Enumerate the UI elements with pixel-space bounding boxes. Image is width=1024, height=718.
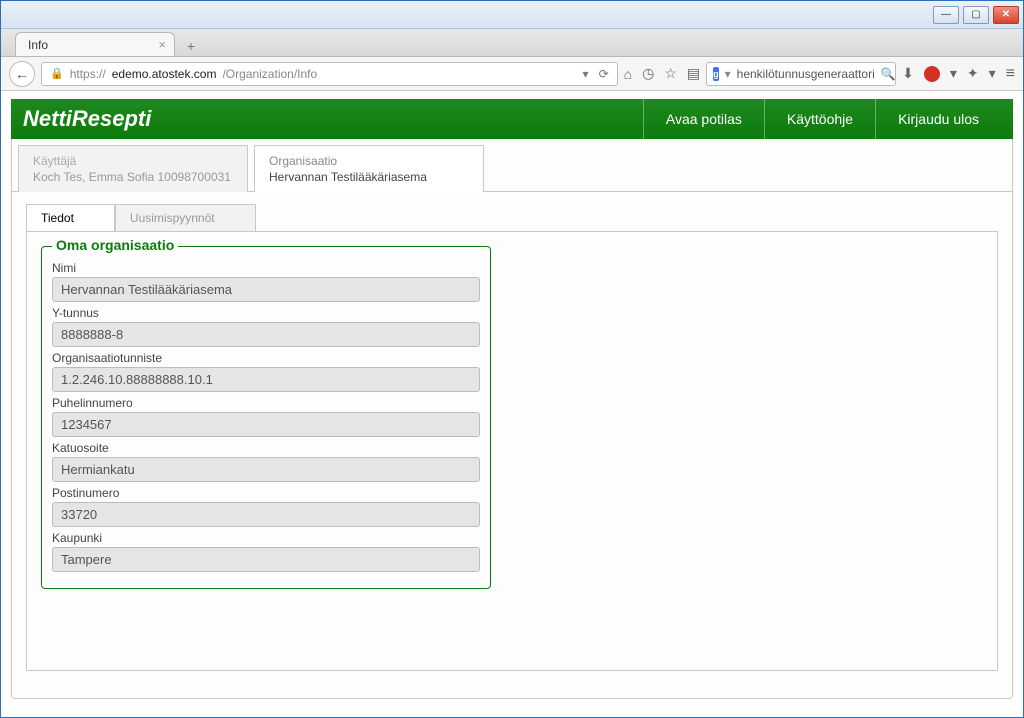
dropdown-icon-2[interactable]: ▾ — [950, 65, 957, 82]
fieldset-legend: Oma organisaatio — [52, 237, 178, 253]
value-ytunnus: 8888888-8 — [52, 322, 480, 347]
context-user-label: Käyttäjä — [33, 154, 233, 168]
lock-icon: 🔒 — [50, 67, 64, 80]
label-street: Katuosoite — [52, 441, 480, 455]
back-button[interactable]: ← — [9, 61, 35, 87]
address-bar[interactable]: 🔒 https:// edemo.atostek.com /Organizati… — [41, 62, 618, 86]
nav-logout[interactable]: Kirjaudu ulos — [875, 99, 1001, 139]
content-box: Oma organisaatio Nimi Hervannan Testilää… — [26, 231, 998, 671]
context-user-value: Koch Tes, Emma Sofia 10098700031 — [33, 170, 233, 184]
value-city: Tampere — [52, 547, 480, 572]
toolbar-icons-right: ⬇ ▾ ✦ ▾ ≡ — [902, 65, 1015, 83]
browser-tabstrip: Info × + — [1, 29, 1023, 57]
main-panel: Käyttäjä Koch Tes, Emma Sofia 1009870003… — [11, 139, 1013, 699]
browser-toolbar: ← 🔒 https:// edemo.atostek.com /Organiza… — [1, 57, 1023, 91]
app-header: NettiResepti Avaa potilas Käyttöohje Kir… — [11, 99, 1013, 139]
search-icon[interactable]: 🔍 — [881, 67, 896, 81]
dropdown-icon-3[interactable]: ▾ — [989, 65, 996, 82]
label-postal: Postinumero — [52, 486, 480, 500]
label-phone: Puhelinnumero — [52, 396, 480, 410]
value-street: Hermiankatu — [52, 457, 480, 482]
search-placeholder: henkilötunnusgeneraattori — [737, 67, 875, 81]
window-titlebar: — ▢ ✕ — [1, 1, 1023, 29]
new-tab-button[interactable]: + — [181, 36, 201, 56]
search-box[interactable]: g ▾ henkilötunnusgeneraattori 🔍 — [706, 62, 896, 86]
value-phone: 1234567 — [52, 412, 480, 437]
menu-icon[interactable]: ≡ — [1006, 65, 1015, 83]
list-icon[interactable]: ▤ — [687, 65, 700, 82]
maximize-button[interactable]: ▢ — [963, 6, 989, 24]
close-window-button[interactable]: ✕ — [993, 6, 1019, 24]
url-path: /Organization/Info — [222, 67, 317, 81]
nav-open-patient[interactable]: Avaa potilas — [643, 99, 764, 139]
subtab-renewals[interactable]: Uusimispyynnöt — [115, 204, 256, 231]
context-tabs: Käyttäjä Koch Tes, Emma Sofia 1009870003… — [12, 139, 1012, 192]
dropdown-icon[interactable]: ▾ — [583, 67, 589, 81]
organization-fieldset: Oma organisaatio Nimi Hervannan Testilää… — [41, 246, 491, 589]
url-host: edemo.atostek.com — [112, 67, 217, 81]
browser-tab-title: Info — [28, 38, 48, 52]
label-name: Nimi — [52, 261, 480, 275]
value-name: Hervannan Testilääkäriasema — [52, 277, 480, 302]
toolbar-icons-left: ⌂ ◷ ☆ ▤ — [624, 65, 700, 82]
context-org-value: Hervannan Testilääkäriasema — [269, 170, 469, 184]
minimize-button[interactable]: — — [933, 6, 959, 24]
abp-icon[interactable] — [924, 66, 940, 82]
close-tab-icon[interactable]: × — [158, 37, 166, 52]
home-icon[interactable]: ⌂ — [624, 66, 632, 82]
app-title: NettiResepti — [23, 106, 151, 132]
page-content: NettiResepti Avaa potilas Käyttöohje Kir… — [1, 91, 1023, 707]
browser-window: — ▢ ✕ Info × + ← 🔒 https:// edemo.atoste… — [0, 0, 1024, 718]
browser-tab[interactable]: Info × — [15, 32, 175, 56]
context-tab-organization[interactable]: Organisaatio Hervannan Testilääkäriasema — [254, 145, 484, 192]
subtab-info[interactable]: Tiedot — [26, 204, 115, 231]
context-tab-user[interactable]: Käyttäjä Koch Tes, Emma Sofia 1009870003… — [18, 145, 248, 192]
context-org-label: Organisaatio — [269, 154, 469, 168]
reload-icon[interactable]: ⟳ — [599, 67, 609, 81]
download-icon[interactable]: ⬇ — [902, 65, 914, 82]
subtabs: Tiedot Uusimispyynnöt — [26, 204, 1012, 231]
label-ytunnus: Y-tunnus — [52, 306, 480, 320]
nav-guide[interactable]: Käyttöohje — [764, 99, 875, 139]
history-icon[interactable]: ◷ — [642, 65, 654, 82]
value-orgid: 1.2.246.10.88888888.10.1 — [52, 367, 480, 392]
puzzle-icon[interactable]: ✦ — [967, 65, 979, 82]
url-scheme: https:// — [70, 67, 106, 81]
app-nav: Avaa potilas Käyttöohje Kirjaudu ulos — [643, 99, 1001, 139]
label-orgid: Organisaatiotunniste — [52, 351, 480, 365]
value-postal: 33720 — [52, 502, 480, 527]
google-icon: g — [713, 67, 719, 81]
star-icon[interactable]: ☆ — [664, 65, 677, 82]
label-city: Kaupunki — [52, 531, 480, 545]
window-buttons: — ▢ ✕ — [933, 6, 1019, 24]
